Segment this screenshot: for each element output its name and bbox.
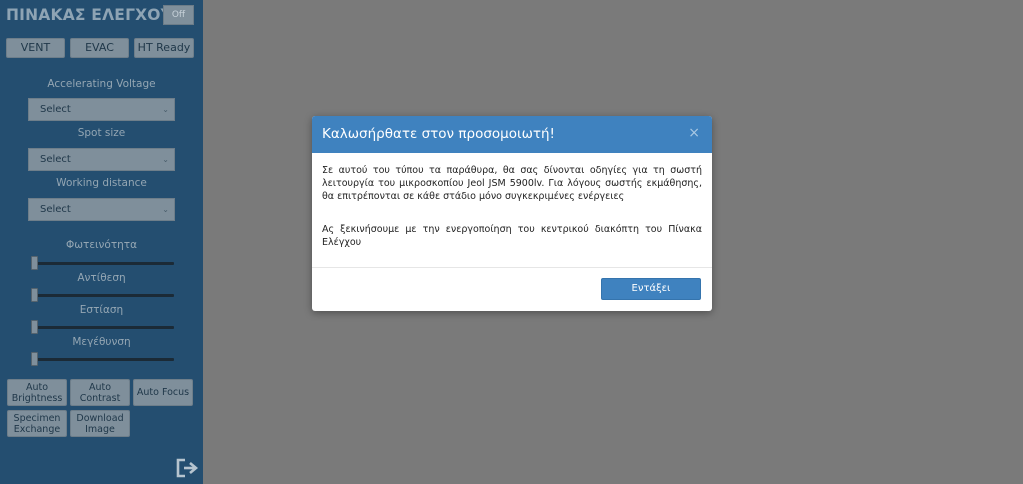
dialog-body: Σε αυτού του τύπου τα παράθυρα, θα σας δ…	[312, 153, 712, 249]
focus-slider-handle[interactable]	[31, 320, 38, 334]
auto-contrast-line2: Contrast	[79, 392, 121, 404]
auto-brightness-button[interactable]: Auto Brightness	[7, 379, 67, 406]
power-toggle-button[interactable]: Off	[163, 5, 194, 25]
auto-brightness-line2: Brightness	[11, 392, 63, 404]
brightness-label: Φωτεινότητα	[65, 239, 138, 251]
auto-contrast-line1: Auto	[88, 381, 112, 393]
accelerating-voltage-label: Accelerating Voltage	[47, 78, 156, 90]
auto-brightness-line1: Auto	[25, 381, 49, 393]
contrast-label: Αντίθεση	[77, 272, 126, 284]
dialog-paragraph-2: Ας ξεκινήσουμε με την ενεργοποίηση του κ…	[322, 224, 702, 248]
dialog-header: Καλωσήρθατε στον προσομοιωτή! ×	[312, 116, 712, 153]
specimen-exchange-line2: Exchange	[13, 423, 61, 435]
brightness-slider-handle[interactable]	[31, 256, 38, 270]
close-icon[interactable]: ×	[688, 125, 700, 141]
magnification-slider-track[interactable]	[31, 358, 174, 361]
accelerating-voltage-select[interactable]: Select ⌄	[28, 98, 175, 121]
download-image-line1: Download	[76, 412, 124, 424]
chevron-down-icon: ⌄	[162, 105, 169, 114]
ok-button[interactable]: Εντάξει	[601, 278, 701, 300]
accelerating-voltage-value: Select	[40, 104, 71, 115]
panel-title: ΠΙΝΑΚΑΣ ΕΛΕΓΧΟΥ	[6, 6, 173, 24]
working-distance-select[interactable]: Select ⌄	[28, 198, 175, 221]
spot-size-label: Spot size	[77, 127, 126, 139]
welcome-dialog: Καλωσήρθατε στον προσομοιωτή! × Σε αυτού…	[312, 116, 712, 311]
download-image-button[interactable]: Download Image	[70, 410, 130, 437]
contrast-slider-handle[interactable]	[31, 288, 38, 302]
contrast-slider-track[interactable]	[31, 294, 174, 297]
auto-focus-button[interactable]: Auto Focus	[133, 379, 193, 406]
evac-button[interactable]: EVAC	[70, 38, 129, 58]
exit-icon[interactable]	[175, 457, 199, 479]
specimen-exchange-line1: Specimen	[13, 412, 61, 424]
download-image-line2: Image	[85, 423, 115, 435]
ht-ready-button[interactable]: HT Ready	[134, 38, 194, 58]
focus-label: Εστίαση	[79, 304, 124, 316]
dialog-divider	[312, 267, 712, 268]
dialog-paragraph-1: Σε αυτού του τύπου τα παράθυρα, θα σας δ…	[322, 165, 702, 202]
chevron-down-icon: ⌄	[162, 205, 169, 214]
spot-size-select[interactable]: Select ⌄	[28, 148, 175, 171]
control-panel-sidebar: ΠΙΝΑΚΑΣ ΕΛΕΓΧΟΥ Off VENT EVAC HT Ready A…	[0, 0, 203, 484]
vent-button[interactable]: VENT	[6, 38, 65, 58]
auto-focus-label: Auto Focus	[136, 387, 190, 398]
focus-slider-track[interactable]	[31, 326, 174, 329]
magnification-slider-handle[interactable]	[31, 352, 38, 366]
working-distance-value: Select	[40, 204, 71, 215]
specimen-exchange-button[interactable]: Specimen Exchange	[7, 410, 67, 437]
dialog-title: Καλωσήρθατε στον προσομοιωτή!	[322, 126, 555, 142]
working-distance-label: Working distance	[56, 177, 147, 189]
chevron-down-icon: ⌄	[162, 155, 169, 164]
magnification-label: Μεγέθυνση	[72, 336, 131, 348]
auto-contrast-button[interactable]: Auto Contrast	[70, 379, 130, 406]
spot-size-value: Select	[40, 154, 71, 165]
brightness-slider-track[interactable]	[31, 262, 174, 265]
